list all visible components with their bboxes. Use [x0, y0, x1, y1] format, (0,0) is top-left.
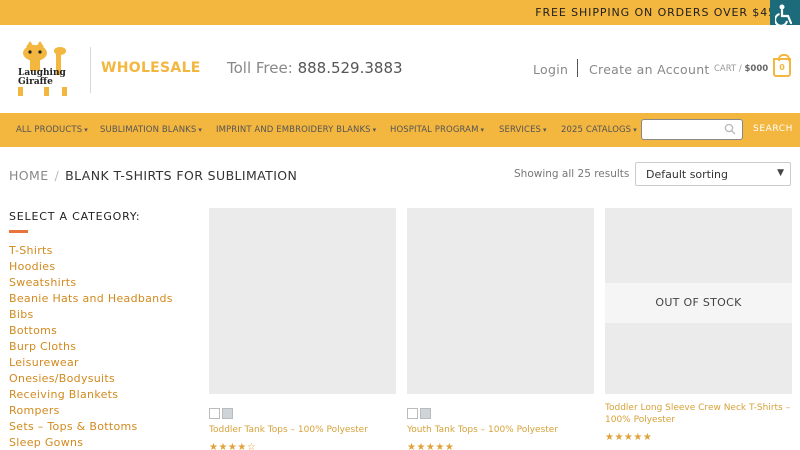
product-card[interactable]: Toddler Tank Tops – 100% Polyester ★★★★☆ [209, 208, 396, 450]
category-link[interactable]: Bottoms [9, 324, 173, 340]
category-link[interactable]: Burp Cloths [9, 340, 173, 356]
page-title: BLANK T-SHIRTS FOR SUBLIMATION [65, 168, 298, 183]
product-name[interactable]: Youth Tank Tops – 100% Polyester [407, 424, 558, 436]
create-account-link[interactable]: Create an Account [589, 62, 710, 77]
toll-free-label: Toll Free: [227, 59, 293, 77]
chevron-down-icon: ▾ [543, 126, 547, 134]
laughing-giraffe-logo[interactable]: Laughing Giraffe [14, 39, 78, 97]
chevron-down-icon: ▾ [84, 126, 88, 134]
nav-item-label: HOSPITAL PROGRAM [390, 125, 479, 135]
category-link[interactable]: Onesies/Bodysuits [9, 372, 173, 388]
free-shipping-text: FREE SHIPPING ON ORDERS OVER $45 [535, 6, 776, 19]
nav-imprint-embroidery[interactable]: IMPRINT AND EMBROIDERY BLANKS ▾ [216, 125, 376, 135]
chevron-down-icon: ▾ [198, 126, 202, 134]
breadcrumb: HOME / BLANK T-SHIRTS FOR SUBLIMATION [9, 168, 297, 183]
category-link[interactable]: T-Shirts [9, 244, 173, 260]
nav-item-label: 2025 CATALOGS [561, 125, 632, 135]
heading-underline [9, 230, 28, 233]
search-input[interactable] [641, 119, 743, 140]
chevron-down-icon: ▾ [480, 126, 485, 134]
results-count: Showing all 25 results [514, 168, 630, 180]
gray-swatch[interactable] [420, 408, 431, 419]
nav-2025-catalogs[interactable]: 2025 CATALOGS ▾ [561, 125, 637, 135]
breadcrumb-separator: / [54, 168, 60, 183]
product-image[interactable] [209, 208, 396, 394]
nav-item-label: SERVICES [499, 125, 542, 135]
nav-hospital-program[interactable]: HOSPITAL PROGRAM ▾ [390, 125, 484, 135]
header-separator [577, 59, 578, 77]
chevron-down-icon: ▼ [777, 168, 784, 178]
breadcrumb-home[interactable]: HOME [9, 168, 49, 183]
white-swatch[interactable] [407, 408, 418, 419]
category-link[interactable]: Receiving Blankets [9, 388, 173, 404]
category-link[interactable]: Sleep Gowns [9, 436, 173, 450]
category-heading: SELECT A CATEGORY: [9, 210, 141, 223]
nav-item-label: ALL PRODUCTS [16, 125, 83, 135]
cart-link[interactable]: CART / $000 [714, 64, 768, 74]
category-link[interactable]: Sweatshirts [9, 276, 173, 292]
color-swatches [209, 404, 235, 419]
accessibility-icon [775, 4, 793, 26]
product-image[interactable] [407, 208, 594, 394]
chevron-down-icon: ▾ [633, 126, 637, 134]
cart-bag-icon[interactable]: 0 [773, 54, 791, 77]
site-header: Laughing Giraffe WHOLESALE Toll Free: 88… [0, 25, 800, 113]
login-link[interactable]: Login [533, 62, 568, 77]
nav-item-label: IMPRINT AND EMBROIDERY BLANKS [216, 125, 371, 135]
category-list: T-Shirts Hoodies Sweatshirts Beanie Hats… [9, 244, 173, 450]
toll-free-phone[interactable]: Toll Free: 888.529.3883 [227, 59, 403, 77]
logo-divider [90, 47, 91, 93]
toll-free-number[interactable]: 888.529.3883 [298, 59, 403, 77]
product-name[interactable]: Toddler Long Sleeve Crew Neck T-Shirts –… [605, 402, 792, 426]
color-swatches [407, 404, 433, 419]
wholesale-link[interactable]: WHOLESALE [101, 60, 201, 76]
top-announcement-bar: FREE SHIPPING ON ORDERS OVER $45 [0, 0, 800, 25]
category-link[interactable]: Leisurewear [9, 356, 173, 372]
white-swatch[interactable] [209, 408, 220, 419]
sort-select[interactable]: Default sorting ▼ [635, 162, 791, 186]
sort-selected-value: Default sorting [646, 168, 728, 181]
category-link[interactable]: Beanie Hats and Headbands [9, 292, 173, 308]
product-card[interactable]: OUT OF STOCK Toddler Long Sleeve Crew Ne… [605, 208, 792, 443]
out-of-stock-label: OUT OF STOCK [605, 283, 792, 323]
star-rating: ★★★★★ [407, 442, 455, 450]
star-rating: ★★★★☆ [209, 442, 257, 450]
product-image[interactable]: OUT OF STOCK [605, 208, 792, 394]
category-link[interactable]: Rompers [9, 404, 173, 420]
gray-swatch[interactable] [222, 408, 233, 419]
cart-amount: $000 [744, 64, 769, 74]
nav-sublimation-blanks[interactable]: SUBLIMATION BLANKS ▾ [100, 125, 202, 135]
star-rating: ★★★★★ [605, 432, 653, 443]
category-link[interactable]: Bibs [9, 308, 173, 324]
logo-text: Laughing Giraffe [18, 68, 66, 87]
cart-count: 0 [779, 63, 785, 72]
search-button[interactable]: SEARCH [753, 124, 793, 134]
nav-services[interactable]: SERVICES ▾ [499, 125, 547, 135]
category-link[interactable]: Sets – Tops & Bottoms [9, 420, 173, 436]
main-navigation: ALL PRODUCTS ▾ SUBLIMATION BLANKS ▾ IMPRIN… [0, 113, 800, 147]
search-icon[interactable] [724, 123, 736, 135]
chevron-down-icon: ▾ [372, 126, 377, 134]
nav-item-label: SUBLIMATION BLANKS [100, 125, 197, 135]
category-link[interactable]: Hoodies [9, 260, 173, 276]
product-card[interactable]: Youth Tank Tops – 100% Polyester ★★★★★ [407, 208, 594, 450]
nav-all-products[interactable]: ALL PRODUCTS ▾ [16, 125, 88, 135]
cart-label: CART / [714, 64, 742, 74]
product-name[interactable]: Toddler Tank Tops – 100% Polyester [209, 424, 368, 436]
